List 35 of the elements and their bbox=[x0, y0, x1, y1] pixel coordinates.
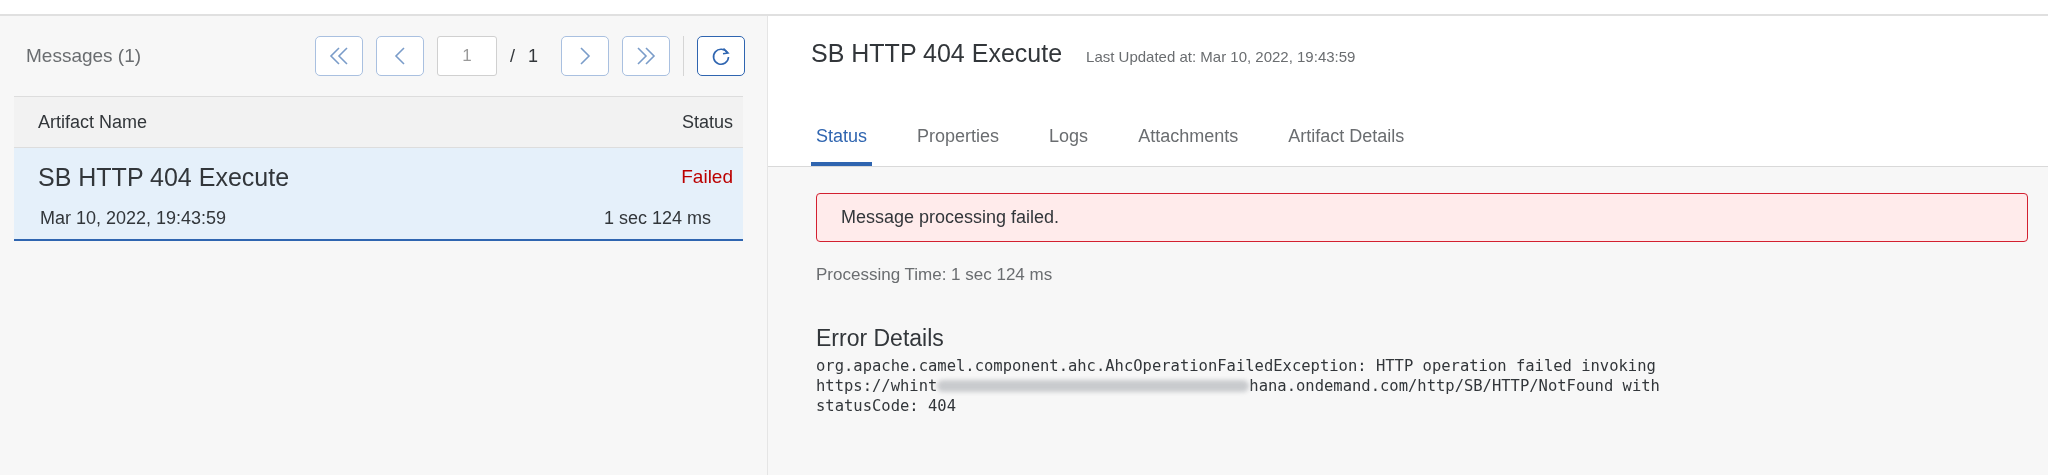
status-text: Failed bbox=[681, 166, 733, 188]
page-separator: / bbox=[509, 45, 515, 67]
previous-page-button[interactable] bbox=[375, 36, 424, 76]
message-duration: 1 sec 124 ms bbox=[603, 208, 711, 229]
refresh-icon bbox=[710, 45, 732, 67]
chevron-right-icon bbox=[578, 45, 592, 67]
chevron-left-icon bbox=[392, 45, 407, 67]
column-header: Artifact Name bbox=[38, 111, 148, 133]
error-text: org.apache.camel.component.ahc.AhcOperationFailedException: HTTP operation failed invoking bbox=[816, 356, 1656, 376]
last-page-button[interactable] bbox=[622, 36, 670, 76]
artifact-name: SB HTTP 404 Execute bbox=[38, 162, 290, 192]
message-date: Mar 10, 2022, 19:43:59 bbox=[40, 208, 227, 229]
double-chevron-right-icon bbox=[635, 45, 657, 67]
error-text: https://whint bbox=[816, 376, 938, 396]
processing-time-text: Processing Time: 1 sec 124 ms bbox=[816, 265, 1054, 285]
error-message-strip: Message processing failed. bbox=[816, 193, 2028, 242]
tab[interactable]: Properties bbox=[912, 126, 1005, 166]
error-text: hana.ondemand.com/http/SB/HTTP/NotFound with bbox=[1249, 376, 1660, 396]
panel-title: Messages (1) bbox=[25, 45, 143, 67]
double-chevron-left-icon bbox=[327, 45, 350, 67]
tab[interactable]: Artifact Details bbox=[1283, 126, 1410, 166]
last-updated-text: Last Updated at: Mar 10, 2022, 19:43:59 bbox=[1086, 48, 1356, 65]
detail-title: SB HTTP 404 Execute bbox=[811, 39, 1063, 68]
section-heading: Error Details bbox=[816, 325, 945, 352]
tab[interactable]: Logs bbox=[1044, 126, 1094, 166]
page-input[interactable]: 1 bbox=[436, 36, 497, 76]
column-header: Status bbox=[681, 111, 733, 133]
message-row[interactable]: SB HTTP 404 Execute Failed Mar 10, 2022, 19:43:59 1 sec 124 ms bbox=[14, 148, 743, 241]
error-text: statusCode: 404 bbox=[816, 396, 956, 416]
tab[interactable]: Attachments bbox=[1133, 126, 1244, 166]
first-page-button[interactable] bbox=[314, 36, 363, 76]
refresh-button[interactable] bbox=[697, 36, 745, 76]
tab[interactable]: Status bbox=[811, 126, 873, 166]
page-total: 1 bbox=[528, 45, 538, 67]
next-page-button[interactable] bbox=[561, 36, 609, 76]
